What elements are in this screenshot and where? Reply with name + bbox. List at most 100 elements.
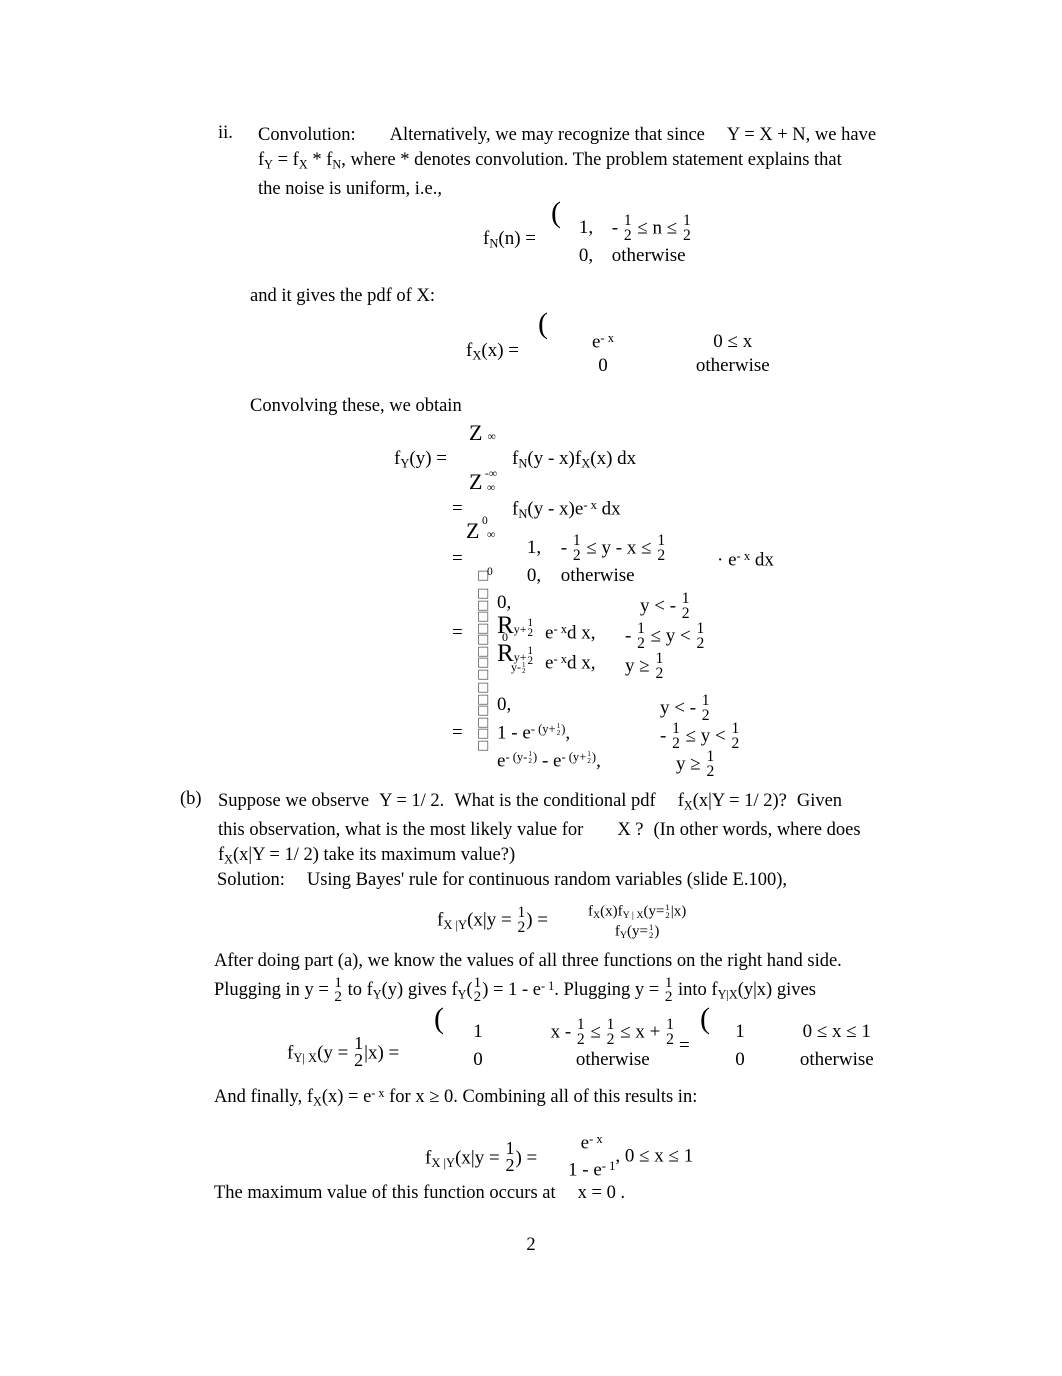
- piecewise-final-r2-half-2: 12: [731, 720, 740, 752]
- bayes-fraction: fX(x)fY | X(y= 1 2 |x) fY(y= 1 2): [588, 903, 686, 944]
- piecewise-final-r2-half-1: 12: [672, 720, 680, 752]
- fyx2-case2-value: 0: [735, 1049, 745, 1070]
- eq-y-equals-x-plus-n: Y = X + N: [726, 125, 806, 145]
- solution-line: Solution: Using Bayes' rule for continuou…: [217, 870, 787, 891]
- piecewise-int-row2-body: e- xd x,: [545, 622, 596, 644]
- fyx-case1-value: 1: [473, 1021, 483, 1043]
- item-b-text-6: (x|Y = 1/ 2) take its maximum value?): [233, 845, 516, 866]
- and-finally-text-2: for x ≥ 0. Combining all of this results…: [389, 1087, 698, 1108]
- conv-half-2: 12: [657, 532, 666, 564]
- final-lhs-half: 12: [505, 1138, 515, 1176]
- integral-glyph: Z: [469, 420, 483, 445]
- page-number-value: 2: [526, 1235, 536, 1255]
- final-range: , 0 ≤ x ≤ 1: [615, 1145, 694, 1167]
- equation-fx-lhs: fX(x) =: [466, 340, 519, 364]
- item-b-text-3: Given: [796, 791, 843, 811]
- convolution-star: * f: [312, 150, 333, 170]
- fn-arg: (n) =: [498, 228, 537, 249]
- integral-1-lower-limit: -∞: [485, 468, 498, 480]
- line-and-finally: And finally, fX(x) = e- x for x ≥ 0. Com…: [214, 1086, 698, 1109]
- fy-arg: (y) =: [409, 448, 448, 469]
- integral-r1-upper-half: 12: [527, 617, 533, 640]
- bayes-lhs-half: 12: [517, 904, 526, 936]
- piecewise-final-r3-half: 12: [706, 748, 715, 780]
- fx-case-row-1: e- x 0 ≤ x: [553, 324, 808, 352]
- final-fraction: e- x 1 - e- 1: [568, 1128, 615, 1182]
- piecewise-final-brace-icon: □ □ □ □ □ □: [477, 680, 490, 753]
- brace-glyph: (: [551, 196, 561, 229]
- fyx2-case2-condition: otherwise: [799, 1049, 874, 1070]
- fn-case1-value: 1,: [578, 217, 594, 239]
- fyx-lhs-half: 12: [354, 1033, 364, 1071]
- item-b-text-4: this observation, what is the most likel…: [218, 820, 584, 841]
- piecewise-int-row2-condition: - 12 ≤ y < 12: [625, 620, 705, 652]
- integral-sign-1: Z ∞: [469, 420, 496, 446]
- document-page: ii. Convolution: Alternatively, we may re…: [0, 0, 1062, 1376]
- equation-bayes-rhs: fX(x)fY | X(y= 1 2 |x) fY(y= 1 2): [588, 903, 686, 944]
- piecewise-final-row1-value: 0,: [497, 694, 512, 715]
- equation-fx-cases: e- x 0 ≤ x 0 otherwise: [553, 324, 808, 380]
- equation-conv-eq3: =: [452, 548, 463, 570]
- equation-conv-eq2: =: [452, 498, 463, 520]
- final-denominator: 1 - e- 1: [568, 1159, 616, 1181]
- integral-r2-upper-half: 12: [527, 645, 533, 668]
- integral-3-limit-inf: ∞: [487, 529, 496, 541]
- solution-text: Using Bayes' rule for continuous random …: [306, 870, 787, 890]
- equation-final-lhs: fX |Y(x|y = 1 2) =: [425, 1138, 538, 1176]
- piecewise-int-row3-lower: y- 1 2: [511, 660, 526, 676]
- integral-3-lower-limit-wrap: 0: [487, 566, 493, 578]
- item-b-text-2: What is the conditional pdf: [454, 791, 656, 811]
- convolution-title: Convolution:: [258, 125, 356, 145]
- brace-glyph: (: [434, 1002, 444, 1035]
- fx-case2-condition: otherwise: [695, 355, 770, 376]
- bayes-numerator: fX(x)fY | X(y= 1 2 |x): [588, 902, 687, 922]
- fyx-half-2: 12: [606, 1016, 615, 1048]
- equals-sign-4: =: [452, 622, 463, 643]
- final-numerator: e- x: [580, 1132, 603, 1154]
- line-convolving: Convolving these, we obtain: [250, 396, 462, 417]
- piecewise-int-row1-condition: y < - 12: [640, 590, 690, 622]
- equation-fyx-equals: =: [679, 1035, 690, 1057]
- line-pdf-of-x: and it gives the pdf of X:: [250, 286, 435, 307]
- piecewise-final-r3-exponent-1: - (y- 1 2): [505, 750, 538, 766]
- piecewise-final-row2-value: 1 - e- (y+ 1 2),: [497, 722, 571, 744]
- conv-case1-value: 1,: [526, 537, 542, 559]
- equals-sign-3: =: [452, 548, 463, 569]
- equation-conv-tail: · e- x dx: [717, 549, 774, 571]
- page-number: 2: [0, 1235, 1062, 1256]
- max-value-text: The maximum value of this function occur…: [214, 1183, 556, 1203]
- brace-glyph: (: [538, 307, 548, 340]
- item-b-paragraph: Suppose we observe Y = 1/ 2. What is the c…: [218, 791, 861, 867]
- fyx-case1-row-1: 1 x - 12 ≤ 12 ≤ x + 12: [448, 1016, 713, 1048]
- para-after-half-1: 12: [334, 974, 342, 1006]
- fn-brace-icon: (: [551, 198, 561, 228]
- item-ii-text-2: , we have: [805, 125, 877, 145]
- equation-fn-cases: 1, - 12 ≤ n ≤ 12 0, otherwise: [565, 213, 772, 270]
- equation-fyx-lhs: fY| X(y = 1 2 |x) =: [287, 1033, 400, 1071]
- item-ii-marker: ii.: [218, 123, 233, 144]
- piecewise-int-r2-half-1: 12: [637, 620, 645, 652]
- piecewise-int-r2-half-2: 12: [696, 620, 705, 652]
- item-b-var-x: X ?: [617, 820, 644, 841]
- fn-case1-minus: -: [611, 217, 619, 239]
- fyx2-case1-row-1: 1 0 ≤ x ≤ 1: [712, 1018, 901, 1046]
- piecewise-int-brace-icon: □ □ □ □ □ □ □ □: [477, 586, 490, 682]
- integral-glyph: Z: [469, 469, 483, 494]
- line-maximum-value: The maximum value of this function occur…: [214, 1183, 625, 1204]
- equation-bayes-lhs: fX |Y(x|y = 1 2) =: [437, 904, 549, 936]
- piecewise-final-r1-half: 12: [701, 692, 710, 724]
- piecewise-final-r3-exponent-2: - (y+ 1 2): [561, 750, 597, 766]
- item-ii-label: ii.: [218, 123, 233, 143]
- fx-subscript: X: [298, 157, 308, 172]
- integral-glyph: Z: [466, 518, 480, 543]
- item-b-y-observed: Y = 1/ 2.: [379, 791, 445, 811]
- fyx-half-3: 12: [666, 1016, 674, 1048]
- fn-case2-value: 0,: [578, 245, 594, 266]
- item-ii-text-1: Alternatively, we may recognize that sin…: [389, 125, 705, 145]
- item-b-text-1: Suppose we observe: [218, 791, 370, 811]
- equation-fyx-cases-1: 1 x - 12 ≤ 12 ≤ x + 12 0 otherwise: [448, 1016, 713, 1074]
- piecewise-final-row3-condition: y ≥ 12: [676, 748, 715, 780]
- integral-r2-lower-half: 12: [522, 660, 526, 676]
- equation-piecewise-int-eq: =: [452, 622, 463, 644]
- conv-half-1: 12: [572, 532, 581, 564]
